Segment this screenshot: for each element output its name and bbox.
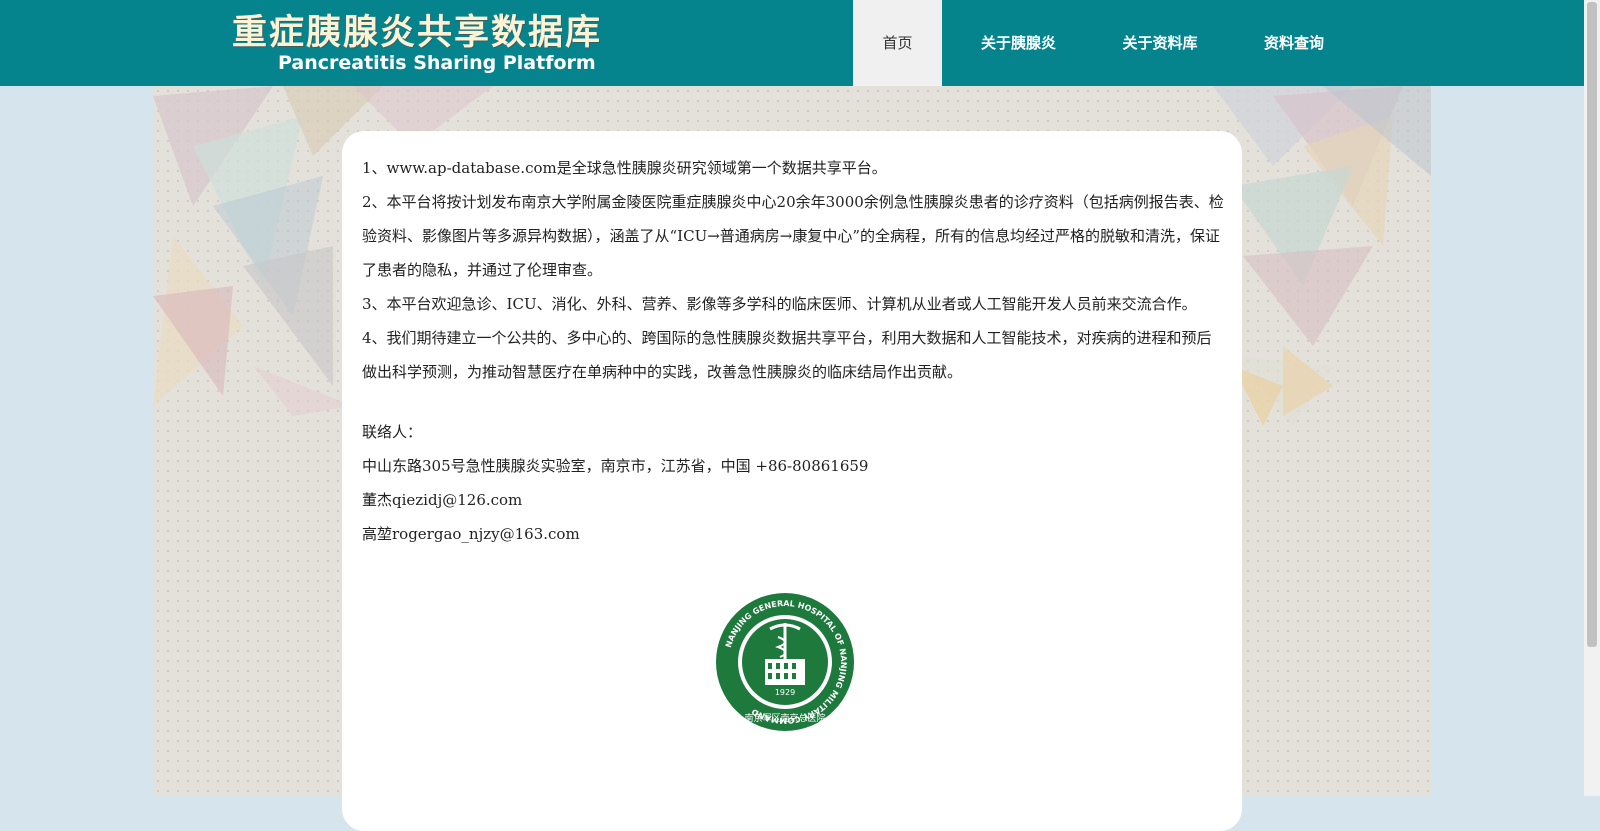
nav-data-query[interactable]: 资料查询 bbox=[1225, 0, 1363, 86]
intro-paragraph-4: 4、我们期待建立一个公共的、多中心的、跨国际的急性胰腺炎数据共享平台，利用大数据… bbox=[362, 329, 1212, 381]
contact-person-2: 高堃rogergao_njzy@163.com bbox=[362, 525, 580, 543]
seal-bottom-text: 南京军区南京总医院 bbox=[744, 712, 825, 724]
site-header: 重症胰腺炎共享数据库 Pancreatitis Sharing Platform… bbox=[0, 0, 1584, 86]
logo-title-en: Pancreatitis Sharing Platform bbox=[278, 52, 596, 74]
intro-paragraph-2: 2、本平台将按计划发布南京大学附属金陵医院重症胰腺炎中心20余年3000余例急性… bbox=[362, 193, 1224, 279]
contact-person-1: 董杰qiezidj@126.com bbox=[362, 491, 523, 509]
site-logo[interactable]: 重症胰腺炎共享数据库 Pancreatitis Sharing Platform bbox=[232, 4, 612, 82]
intro-paragraph-1: 1、www.ap-database.com是全球急性胰腺炎研究领域第一个数据共享… bbox=[362, 159, 887, 177]
logo-title-cn: 重症胰腺炎共享数据库 bbox=[232, 13, 603, 53]
nav-home[interactable]: 首页 bbox=[853, 0, 942, 86]
hospital-seal-logo: NANJING GENERAL HOSPITAL OF NANJING MILI… bbox=[716, 593, 854, 731]
seal-year: 1929 bbox=[775, 688, 795, 697]
intro-paragraph-3: 3、本平台欢迎急诊、ICU、消化、外科、营养、影像等多学科的临床医师、计算机从业… bbox=[362, 295, 1197, 313]
scrollbar-thumb[interactable] bbox=[1587, 2, 1597, 647]
nav-about-database[interactable]: 关于资料库 bbox=[1095, 0, 1225, 86]
contact-address: 中山东路305号急性胰腺炎实验室，南京市，江苏省，中国 +86-80861659 bbox=[362, 457, 869, 475]
main-nav: 首页 关于胰腺炎 关于资料库 资料查询 bbox=[853, 0, 1363, 86]
intro-content: 1、www.ap-database.com是全球急性胰腺炎研究领域第一个数据共享… bbox=[362, 151, 1224, 551]
page-scrollbar[interactable] bbox=[1584, 0, 1600, 796]
nav-about-pancreatitis[interactable]: 关于胰腺炎 bbox=[942, 0, 1095, 86]
intro-card: 1、www.ap-database.com是全球急性胰腺炎研究领域第一个数据共享… bbox=[342, 131, 1242, 831]
contact-label: 联络人： bbox=[362, 423, 423, 441]
